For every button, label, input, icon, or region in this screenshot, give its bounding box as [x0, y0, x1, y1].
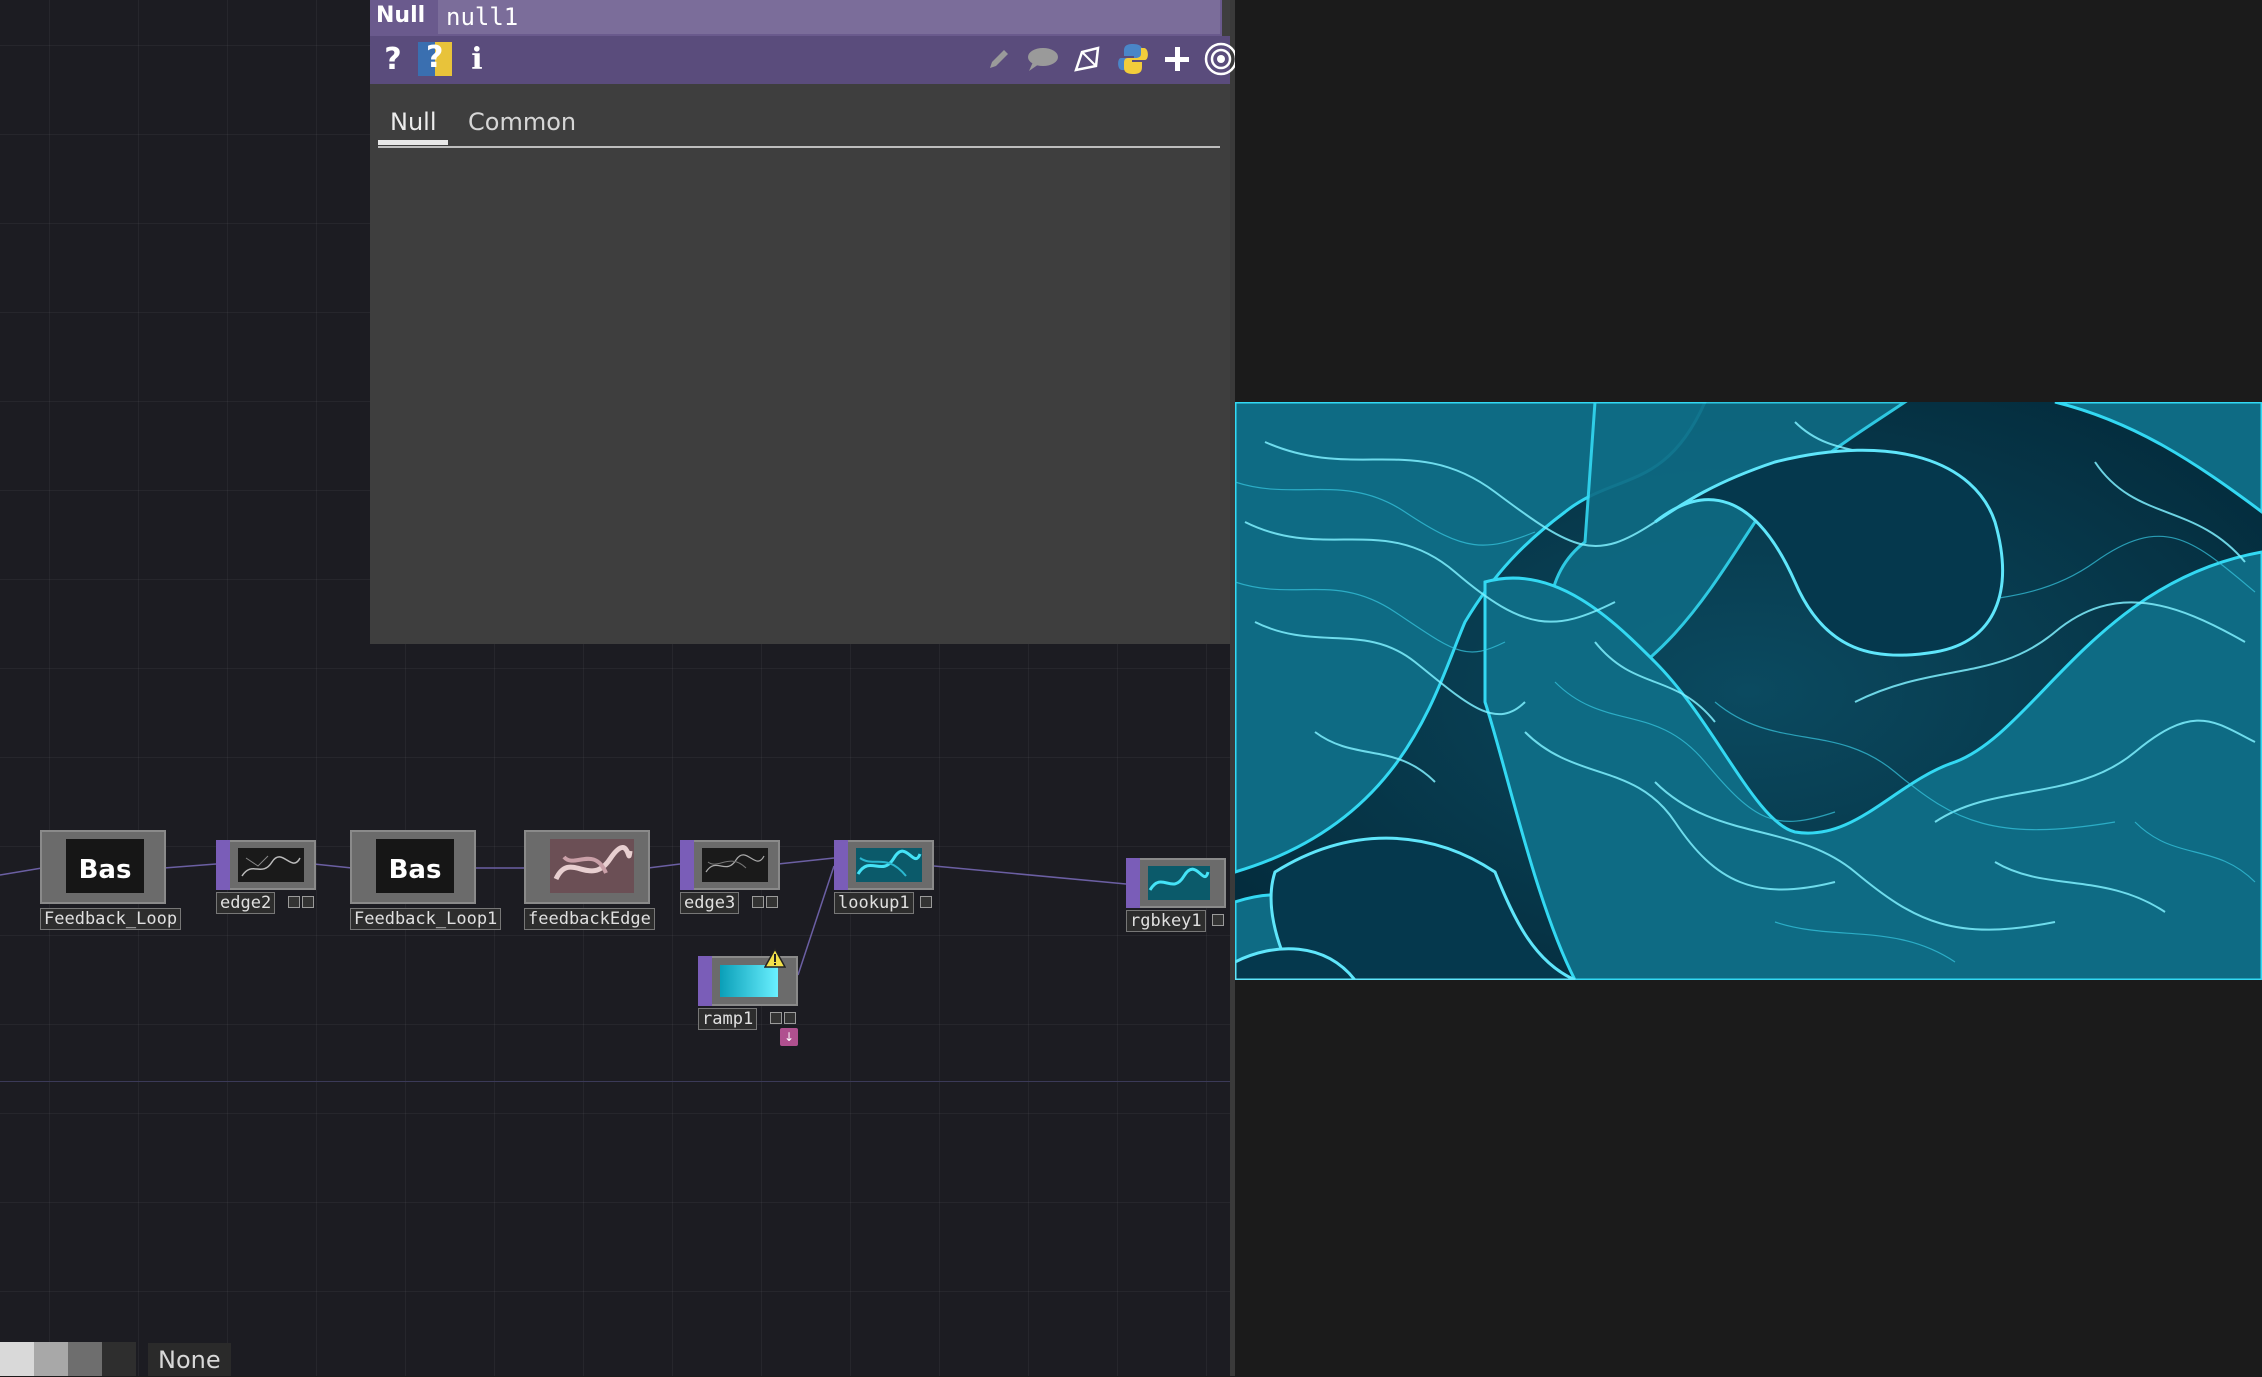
- op-name-field[interactable]: null1: [438, 0, 1220, 34]
- node-label: ramp1: [698, 1008, 758, 1030]
- tab-null[interactable]: Null: [390, 108, 437, 136]
- edit-icon[interactable]: [980, 40, 1018, 78]
- node-flag[interactable]: [766, 896, 778, 908]
- node-thumbnail: [1148, 867, 1210, 891]
- node-thumb-text: Bas: [78, 855, 132, 885]
- node-flag[interactable]: [784, 1012, 796, 1024]
- node-label: edge2: [216, 892, 276, 914]
- param-titlebar: Null null1: [370, 0, 1222, 36]
- node-label: lookup1: [834, 892, 914, 914]
- node-thumbnail: [856, 849, 922, 877]
- add-icon[interactable]: [1158, 40, 1196, 78]
- comment-icon[interactable]: [1024, 40, 1062, 78]
- palette-swatch[interactable]: [34, 1342, 68, 1376]
- viewer-pane[interactable]: [1235, 0, 2262, 1376]
- palette-swatch[interactable]: [0, 1342, 34, 1376]
- python-help-icon[interactable]: ?: [416, 40, 454, 78]
- node-thumbnail: [705, 854, 765, 873]
- warning-icon[interactable]: [763, 947, 787, 968]
- node-flag[interactable]: [920, 896, 932, 908]
- tab-common[interactable]: Common: [468, 108, 576, 136]
- viewer-output-image: [1235, 402, 2262, 980]
- node-flag[interactable]: [752, 896, 764, 908]
- palette-selected-label[interactable]: None: [148, 1343, 231, 1376]
- node-thumb-text: Bas: [388, 855, 442, 885]
- node-label: Feedback_Loop: [40, 908, 182, 930]
- node-label: rgbkey1: [1126, 910, 1206, 932]
- node-flag[interactable]: [288, 896, 300, 908]
- param-tabs: Null Common: [378, 100, 1220, 148]
- node-flag[interactable]: [302, 896, 314, 908]
- cook-indicator-icon[interactable]: ↓: [780, 1028, 798, 1046]
- op-type-label: Null: [376, 3, 426, 28]
- info-icon[interactable]: i: [458, 40, 496, 78]
- node-thumbnail: [241, 855, 301, 877]
- python-icon[interactable]: [1114, 40, 1152, 78]
- node-thumbnail: [553, 844, 633, 881]
- parameter-dialog: Null null1 ? ? i Null Common: [370, 0, 1238, 644]
- active-tab-underline: [378, 140, 448, 145]
- node-flag[interactable]: [1212, 914, 1224, 926]
- node-flag[interactable]: [770, 1012, 782, 1024]
- palette-swatch[interactable]: [68, 1342, 102, 1376]
- node-label: feedbackEdge: [524, 908, 655, 930]
- network-separator: [0, 1081, 1230, 1082]
- node-label: edge3: [680, 892, 740, 914]
- help-icon[interactable]: ?: [374, 40, 412, 78]
- param-body: [370, 150, 1230, 644]
- clone-icon[interactable]: [1068, 40, 1106, 78]
- node-label: Feedback_Loop1: [350, 908, 502, 930]
- palette-swatch[interactable]: [102, 1342, 136, 1376]
